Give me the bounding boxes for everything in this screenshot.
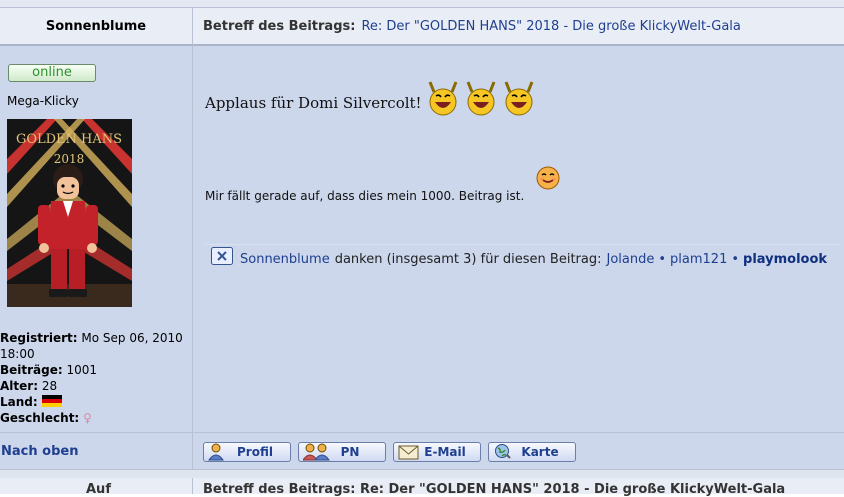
thanks-user-link[interactable]: Sonnenblume	[240, 252, 330, 267]
subject-label: Betreff des Beitrags:	[203, 18, 356, 34]
content-smiley-icon	[536, 166, 560, 190]
email-button[interactable]: E-Mail	[393, 442, 481, 462]
thanks-text: danken (insgesamt 3) für diesen Beitrag:	[334, 252, 602, 267]
thanks-bullet-2: •	[731, 252, 740, 267]
next-post-author[interactable]: Auf	[0, 478, 193, 497]
thanks-divider	[205, 244, 841, 245]
profile-panel: online Mega-Klicky GOLDEN HANS 2018 Regi…	[0, 46, 193, 432]
map-button[interactable]: Karte	[488, 442, 576, 462]
user-rank: Mega-Klicky	[7, 94, 79, 108]
thanks-name-1[interactable]: Jolande	[607, 252, 655, 267]
remove-thanks-icon[interactable]	[211, 246, 233, 265]
german-flag-icon	[41, 395, 62, 407]
back-to-top-cell: Nach oben	[0, 432, 193, 469]
pn-button[interactable]: PN	[298, 442, 386, 462]
posts-row: Beiträge: 1001	[0, 363, 98, 377]
next-post-subject: Betreff des Beitrags: Re: Der "GOLDEN HA…	[193, 478, 844, 497]
post-line-1: Applaus für Domi Silvercolt!	[205, 80, 536, 118]
post-line-2: Mir fällt gerade auf, dass dies mein 100…	[205, 164, 562, 203]
gender-row: Geschlecht: ♀	[0, 411, 92, 425]
profile-button[interactable]: Profil	[203, 442, 291, 462]
back-to-top-link[interactable]: Nach oben	[1, 444, 78, 459]
age-row: Alter: 28	[0, 379, 58, 393]
thanks-row: Sonnenblume danken (insgesamt 3) für die…	[211, 246, 827, 267]
top-border	[0, 0, 844, 8]
thanks-name-3[interactable]: playmolook	[743, 252, 827, 267]
country-row: Land:	[0, 394, 186, 410]
subject-link[interactable]: Re: Der "GOLDEN HANS" 2018 - Die große K…	[361, 19, 740, 34]
female-icon: ♀	[83, 411, 92, 425]
profile-info: Registriert: Mo Sep 06, 2010 18:00 Beitr…	[0, 330, 186, 426]
online-badge: online	[8, 64, 96, 82]
cheering-smileys-icon	[428, 81, 534, 116]
svg-text:GOLDEN HANS: GOLDEN HANS	[16, 132, 122, 147]
post-actions: Profil PN E-Mail Karte	[193, 432, 844, 469]
registered-row: Registriert: Mo Sep 06, 2010 18:00	[0, 331, 183, 361]
post-subject-bar: Betreff des Beitrags: Re: Der "GOLDEN HA…	[193, 8, 844, 46]
post-author[interactable]: Sonnenblume	[0, 8, 193, 46]
post-body: Applaus für Domi Silvercolt! Mir fällt g…	[193, 46, 844, 432]
avatar: GOLDEN HANS 2018	[7, 119, 132, 307]
svg-text:2018: 2018	[54, 152, 85, 166]
thanks-bullet-1: •	[658, 252, 667, 267]
avatar-image: GOLDEN HANS 2018	[7, 119, 132, 307]
thanks-name-2[interactable]: plam121	[670, 252, 727, 267]
